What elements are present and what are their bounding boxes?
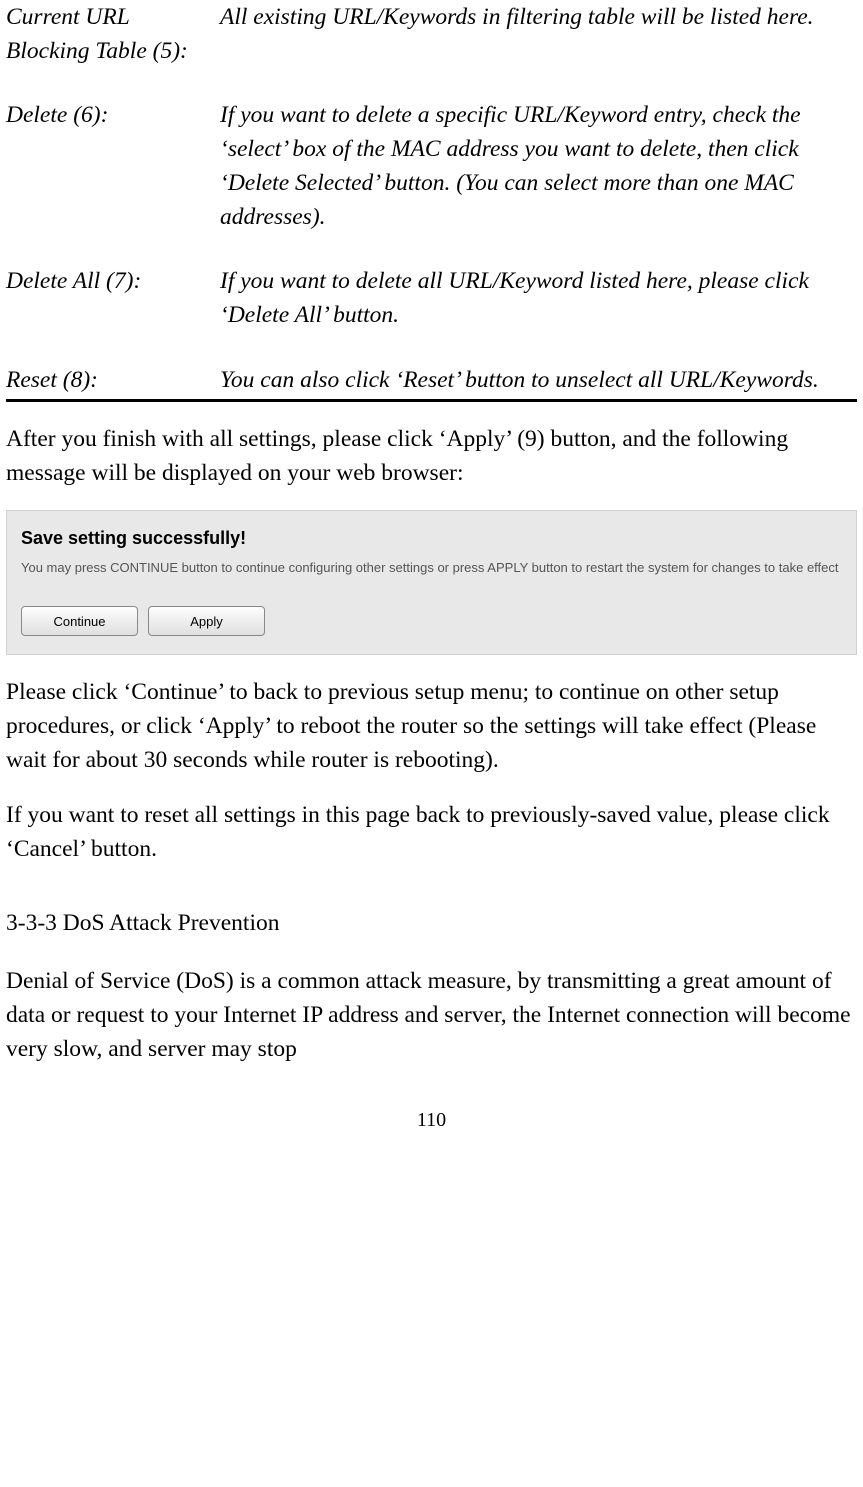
page-number: 110 (6, 1106, 857, 1135)
divider (6, 399, 857, 402)
dialog-text: You may press CONTINUE button to continu… (21, 559, 842, 577)
apply-button[interactable]: Apply (148, 606, 265, 636)
def-desc: All existing URL/Keywords in filtering t… (220, 0, 857, 68)
dialog-title: Save setting successfully! (21, 525, 842, 551)
definitions-table: Current URL Blocking Table (5): All exis… (6, 0, 857, 397)
def-term: Current URL Blocking Table (5): (6, 0, 216, 68)
def-term: Delete All (7): (6, 264, 216, 332)
cancel-instruction: If you want to reset all settings in thi… (6, 798, 857, 866)
apply-instruction: After you finish with all settings, plea… (6, 422, 857, 490)
def-term: Delete (6): (6, 98, 216, 234)
def-desc: If you want to delete all URL/Keyword li… (220, 264, 857, 332)
save-dialog: Save setting successfully! You may press… (6, 510, 857, 656)
continue-button[interactable]: Continue (21, 606, 138, 636)
def-desc: If you want to delete a specific URL/Key… (220, 98, 857, 234)
continue-instruction: Please click ‘Continue’ to back to previ… (6, 675, 857, 777)
section-heading: 3-3-3 DoS Attack Prevention (6, 906, 857, 940)
def-term: Reset (8): (6, 363, 216, 397)
dialog-button-row: Continue Apply (21, 606, 842, 636)
dos-paragraph: Denial of Service (DoS) is a common atta… (6, 964, 857, 1066)
def-desc: You can also click ‘Reset’ button to uns… (220, 363, 857, 397)
